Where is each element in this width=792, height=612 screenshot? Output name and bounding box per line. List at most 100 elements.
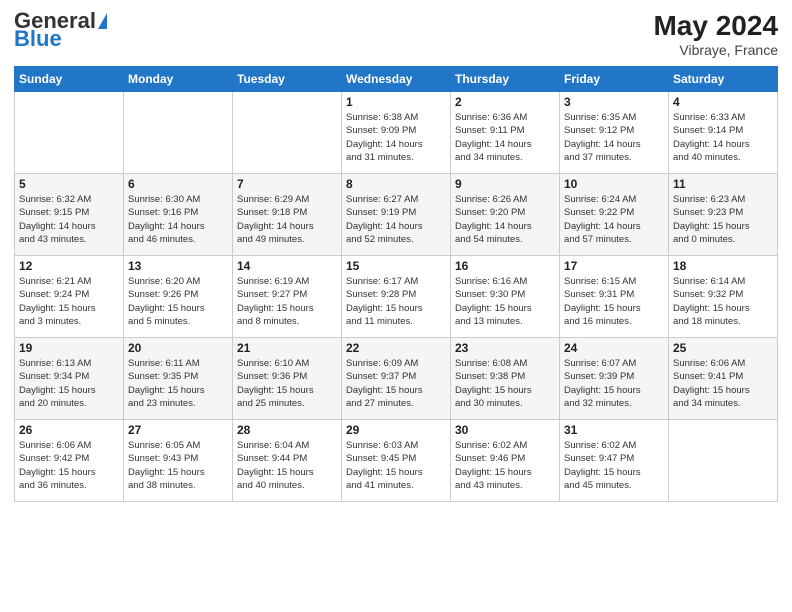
- day-info: Sunrise: 6:11 AM Sunset: 9:35 PM Dayligh…: [128, 357, 228, 410]
- day-info: Sunrise: 6:03 AM Sunset: 9:45 PM Dayligh…: [346, 439, 446, 492]
- calendar-cell: [233, 92, 342, 174]
- day-header-thursday: Thursday: [451, 67, 560, 92]
- day-number: 10: [564, 177, 664, 191]
- day-number: 16: [455, 259, 555, 273]
- day-info: Sunrise: 6:19 AM Sunset: 9:27 PM Dayligh…: [237, 275, 337, 328]
- calendar-cell: 4 Sunrise: 6:33 AM Sunset: 9:14 PM Daylig…: [669, 92, 778, 174]
- day-number: 25: [673, 341, 773, 355]
- day-number: 26: [19, 423, 119, 437]
- day-info: Sunrise: 6:10 AM Sunset: 9:36 PM Dayligh…: [237, 357, 337, 410]
- day-info: Sunrise: 6:16 AM Sunset: 9:30 PM Dayligh…: [455, 275, 555, 328]
- day-info: Sunrise: 6:02 AM Sunset: 9:47 PM Dayligh…: [564, 439, 664, 492]
- calendar-cell: [15, 92, 124, 174]
- calendar-cell: 3Sunrise: 6:35 AM Sunset: 9:12 PM Daylig…: [560, 92, 669, 174]
- day-number: 4: [673, 95, 773, 109]
- calendar-cell: 12 Sunrise: 6:21 AM Sunset: 9:24 PM Dayli…: [15, 256, 124, 338]
- calendar-cell: 19 Sunrise: 6:13 AM Sunset: 9:34 PM Dayli…: [15, 338, 124, 420]
- calendar-week-row: 26 Sunrise: 6:06 AM Sunset: 9:42 PM Dayli…: [15, 420, 778, 502]
- calendar-cell: 1 Sunrise: 6:38 AM Sunset: 9:09 PM Daylig…: [342, 92, 451, 174]
- calendar-cell: 26 Sunrise: 6:06 AM Sunset: 9:42 PM Dayli…: [15, 420, 124, 502]
- calendar-cell: 25 Sunrise: 6:06 AM Sunset: 9:41 PM Dayli…: [669, 338, 778, 420]
- day-info: Sunrise: 6:23 AM Sunset: 9:23 PM Dayligh…: [673, 193, 773, 246]
- day-info: Sunrise: 6:14 AM Sunset: 9:32 PM Dayligh…: [673, 275, 773, 328]
- day-info: Sunrise: 6:06 AM Sunset: 9:42 PM Dayligh…: [19, 439, 119, 492]
- calendar-cell: 6 Sunrise: 6:30 AM Sunset: 9:16 PM Daylig…: [124, 174, 233, 256]
- day-info: Sunrise: 6:08 AM Sunset: 9:38 PM Dayligh…: [455, 357, 555, 410]
- calendar-week-row: 5Sunrise: 6:32 AM Sunset: 9:15 PM Daylig…: [15, 174, 778, 256]
- calendar-cell: 9 Sunrise: 6:26 AM Sunset: 9:20 PM Daylig…: [451, 174, 560, 256]
- day-number: 31: [564, 423, 664, 437]
- day-header-tuesday: Tuesday: [233, 67, 342, 92]
- day-number: 11: [673, 177, 773, 191]
- day-info: Sunrise: 6:33 AM Sunset: 9:14 PM Dayligh…: [673, 111, 773, 164]
- calendar-cell: 13 Sunrise: 6:20 AM Sunset: 9:26 PM Dayli…: [124, 256, 233, 338]
- day-number: 20: [128, 341, 228, 355]
- day-info: Sunrise: 6:30 AM Sunset: 9:16 PM Dayligh…: [128, 193, 228, 246]
- calendar-cell: 23 Sunrise: 6:08 AM Sunset: 9:38 PM Dayli…: [451, 338, 560, 420]
- calendar-cell: 20 Sunrise: 6:11 AM Sunset: 9:35 PM Dayli…: [124, 338, 233, 420]
- day-number: 23: [455, 341, 555, 355]
- day-number: 1: [346, 95, 446, 109]
- calendar-cell: 17 Sunrise: 6:15 AM Sunset: 9:31 PM Dayli…: [560, 256, 669, 338]
- calendar-week-row: 1 Sunrise: 6:38 AM Sunset: 9:09 PM Daylig…: [15, 92, 778, 174]
- day-info: Sunrise: 6:21 AM Sunset: 9:24 PM Dayligh…: [19, 275, 119, 328]
- day-info: Sunrise: 6:29 AM Sunset: 9:18 PM Dayligh…: [237, 193, 337, 246]
- calendar-cell: 8 Sunrise: 6:27 AM Sunset: 9:19 PM Daylig…: [342, 174, 451, 256]
- day-info: Sunrise: 6:36 AM Sunset: 9:11 PM Dayligh…: [455, 111, 555, 164]
- calendar-cell: 31 Sunrise: 6:02 AM Sunset: 9:47 PM Dayli…: [560, 420, 669, 502]
- day-header-monday: Monday: [124, 67, 233, 92]
- location: Vibraye, France: [653, 42, 778, 58]
- calendar-page: General Blue May 2024 Vibraye, France Su…: [0, 0, 792, 612]
- day-header-saturday: Saturday: [669, 67, 778, 92]
- day-info: Sunrise: 6:35 AM Sunset: 9:12 PM Dayligh…: [564, 111, 664, 164]
- day-number: 19: [19, 341, 119, 355]
- day-info: Sunrise: 6:26 AM Sunset: 9:20 PM Dayligh…: [455, 193, 555, 246]
- day-info: Sunrise: 6:06 AM Sunset: 9:41 PM Dayligh…: [673, 357, 773, 410]
- calendar-cell: 11 Sunrise: 6:23 AM Sunset: 9:23 PM Dayli…: [669, 174, 778, 256]
- day-number: 29: [346, 423, 446, 437]
- day-number: 8: [346, 177, 446, 191]
- day-number: 2: [455, 95, 555, 109]
- calendar-header-row: SundayMondayTuesdayWednesdayThursdayFrid…: [15, 67, 778, 92]
- logo: General Blue: [14, 10, 107, 50]
- day-number: 5: [19, 177, 119, 191]
- day-number: 15: [346, 259, 446, 273]
- day-number: 9: [455, 177, 555, 191]
- day-info: Sunrise: 6:02 AM Sunset: 9:46 PM Dayligh…: [455, 439, 555, 492]
- day-info: Sunrise: 6:04 AM Sunset: 9:44 PM Dayligh…: [237, 439, 337, 492]
- day-info: Sunrise: 6:27 AM Sunset: 9:19 PM Dayligh…: [346, 193, 446, 246]
- calendar-week-row: 12 Sunrise: 6:21 AM Sunset: 9:24 PM Dayli…: [15, 256, 778, 338]
- day-info: Sunrise: 6:07 AM Sunset: 9:39 PM Dayligh…: [564, 357, 664, 410]
- calendar-cell: 14Sunrise: 6:19 AM Sunset: 9:27 PM Dayli…: [233, 256, 342, 338]
- day-number: 13: [128, 259, 228, 273]
- day-number: 30: [455, 423, 555, 437]
- day-number: 27: [128, 423, 228, 437]
- calendar-cell: 21 Sunrise: 6:10 AM Sunset: 9:36 PM Dayli…: [233, 338, 342, 420]
- day-number: 7: [237, 177, 337, 191]
- calendar-cell: 24Sunrise: 6:07 AM Sunset: 9:39 PM Dayli…: [560, 338, 669, 420]
- day-number: 18: [673, 259, 773, 273]
- day-header-friday: Friday: [560, 67, 669, 92]
- day-info: Sunrise: 6:20 AM Sunset: 9:26 PM Dayligh…: [128, 275, 228, 328]
- day-number: 12: [19, 259, 119, 273]
- title-block: May 2024 Vibraye, France: [653, 10, 778, 58]
- day-number: 6: [128, 177, 228, 191]
- day-info: Sunrise: 6:15 AM Sunset: 9:31 PM Dayligh…: [564, 275, 664, 328]
- day-number: 17: [564, 259, 664, 273]
- calendar-cell: [669, 420, 778, 502]
- calendar-cell: 15Sunrise: 6:17 AM Sunset: 9:28 PM Dayli…: [342, 256, 451, 338]
- calendar-cell: 22Sunrise: 6:09 AM Sunset: 9:37 PM Dayli…: [342, 338, 451, 420]
- calendar-cell: 16 Sunrise: 6:16 AM Sunset: 9:30 PM Dayli…: [451, 256, 560, 338]
- day-info: Sunrise: 6:38 AM Sunset: 9:09 PM Dayligh…: [346, 111, 446, 164]
- calendar-cell: 30 Sunrise: 6:02 AM Sunset: 9:46 PM Dayli…: [451, 420, 560, 502]
- calendar-cell: [124, 92, 233, 174]
- day-info: Sunrise: 6:24 AM Sunset: 9:22 PM Dayligh…: [564, 193, 664, 246]
- day-info: Sunrise: 6:13 AM Sunset: 9:34 PM Dayligh…: [19, 357, 119, 410]
- day-number: 21: [237, 341, 337, 355]
- day-number: 22: [346, 341, 446, 355]
- calendar-cell: 7 Sunrise: 6:29 AM Sunset: 9:18 PM Daylig…: [233, 174, 342, 256]
- calendar-cell: 29 Sunrise: 6:03 AM Sunset: 9:45 PM Dayli…: [342, 420, 451, 502]
- calendar-cell: 18 Sunrise: 6:14 AM Sunset: 9:32 PM Dayli…: [669, 256, 778, 338]
- calendar-cell: 27Sunrise: 6:05 AM Sunset: 9:43 PM Dayli…: [124, 420, 233, 502]
- day-header-sunday: Sunday: [15, 67, 124, 92]
